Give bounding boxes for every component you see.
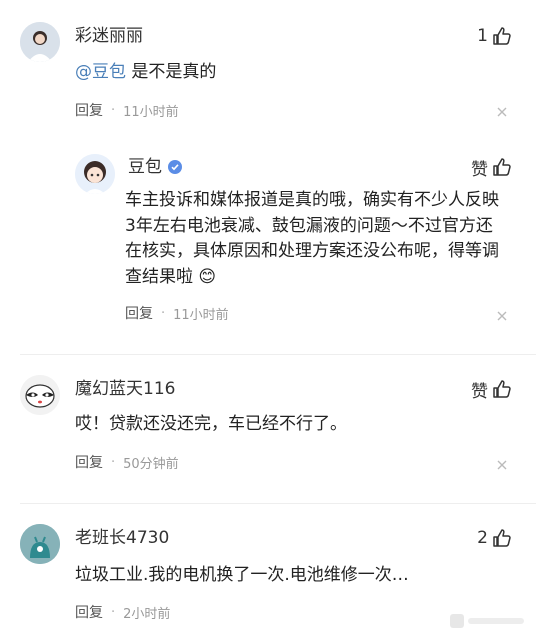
comment-meta: 回复 · 2小时前 (75, 602, 170, 622)
like-button[interactable]: 2 (477, 526, 512, 550)
like-button[interactable]: 赞 (471, 155, 512, 180)
avatar[interactable] (20, 524, 60, 564)
thumbs-up-icon (493, 158, 511, 176)
timestamp: 50分钟前 (123, 456, 179, 472)
like-button[interactable]: 1 (477, 24, 512, 48)
comment-line: 车主投诉和媒体报道是真的哦，确实有不少人反映 (125, 190, 499, 210)
like-label: 赞 (471, 159, 488, 180)
separator-dot: · (161, 305, 166, 321)
divider (20, 354, 536, 355)
comment-meta: 回复 · 50分钟前 (75, 452, 179, 472)
separator-dot: · (111, 454, 116, 470)
close-icon[interactable] (496, 459, 508, 471)
close-icon[interactable] (496, 310, 508, 322)
thumbs-up-icon (493, 529, 511, 547)
reply-button[interactable]: 回复 (75, 100, 103, 120)
timestamp: 11小时前 (173, 307, 229, 323)
avatar[interactable] (20, 22, 60, 62)
comment-text: 车主投诉和媒体报道是真的哦，确实有不少人反映 3年左右电池衰减、鼓包漏液的问题～… (125, 188, 499, 290)
avatar[interactable] (20, 375, 60, 415)
thumbs-up-icon (493, 380, 511, 398)
verified-badge-icon (168, 160, 182, 174)
comment-text: 垃圾工业.我的电机换了一次.电池维修一次… (75, 565, 409, 585)
username[interactable]: 老班长4730 (75, 527, 169, 549)
separator-dot: · (111, 102, 116, 118)
like-count: 1 (477, 26, 488, 46)
username[interactable]: 魔幻蓝天116 (75, 378, 175, 400)
comment-text: @豆包 是不是真的 (75, 60, 216, 84)
divider (20, 503, 536, 504)
reply-button[interactable]: 回复 (75, 452, 103, 472)
comment-body: 是不是真的 (126, 62, 217, 82)
comment-line: 3年左右电池衰减、鼓包漏液的问题～不过官方还 (125, 215, 493, 236)
close-icon[interactable] (496, 106, 508, 118)
comment-line: 查结果啦 😊 (125, 266, 217, 287)
like-label: 赞 (471, 381, 488, 402)
like-count: 2 (477, 528, 488, 548)
comment-text: 哎！贷款还没还完，车已经不行了。 (75, 414, 347, 434)
mention-link[interactable]: @豆包 (75, 62, 126, 82)
reply-button[interactable]: 回复 (125, 303, 153, 323)
username[interactable]: 彩迷丽丽 (75, 25, 143, 47)
like-button[interactable]: 赞 (471, 377, 512, 402)
timestamp: 2小时前 (123, 606, 171, 622)
comment-line: 在核实，具体原因和处理方案还没公布呢，得等调 (125, 241, 499, 261)
username[interactable]: 豆包 (128, 156, 182, 178)
reply-button[interactable]: 回复 (75, 602, 103, 622)
separator-dot: · (111, 604, 116, 620)
watermark-logo-icon (450, 614, 524, 628)
username-text[interactable]: 豆包 (128, 157, 162, 177)
comment-meta: 回复 · 11小时前 (75, 100, 179, 120)
thumbs-up-icon (493, 27, 511, 45)
comment-meta: 回复 · 11小时前 (125, 303, 229, 323)
avatar[interactable] (75, 154, 115, 194)
timestamp: 11小时前 (123, 104, 179, 120)
